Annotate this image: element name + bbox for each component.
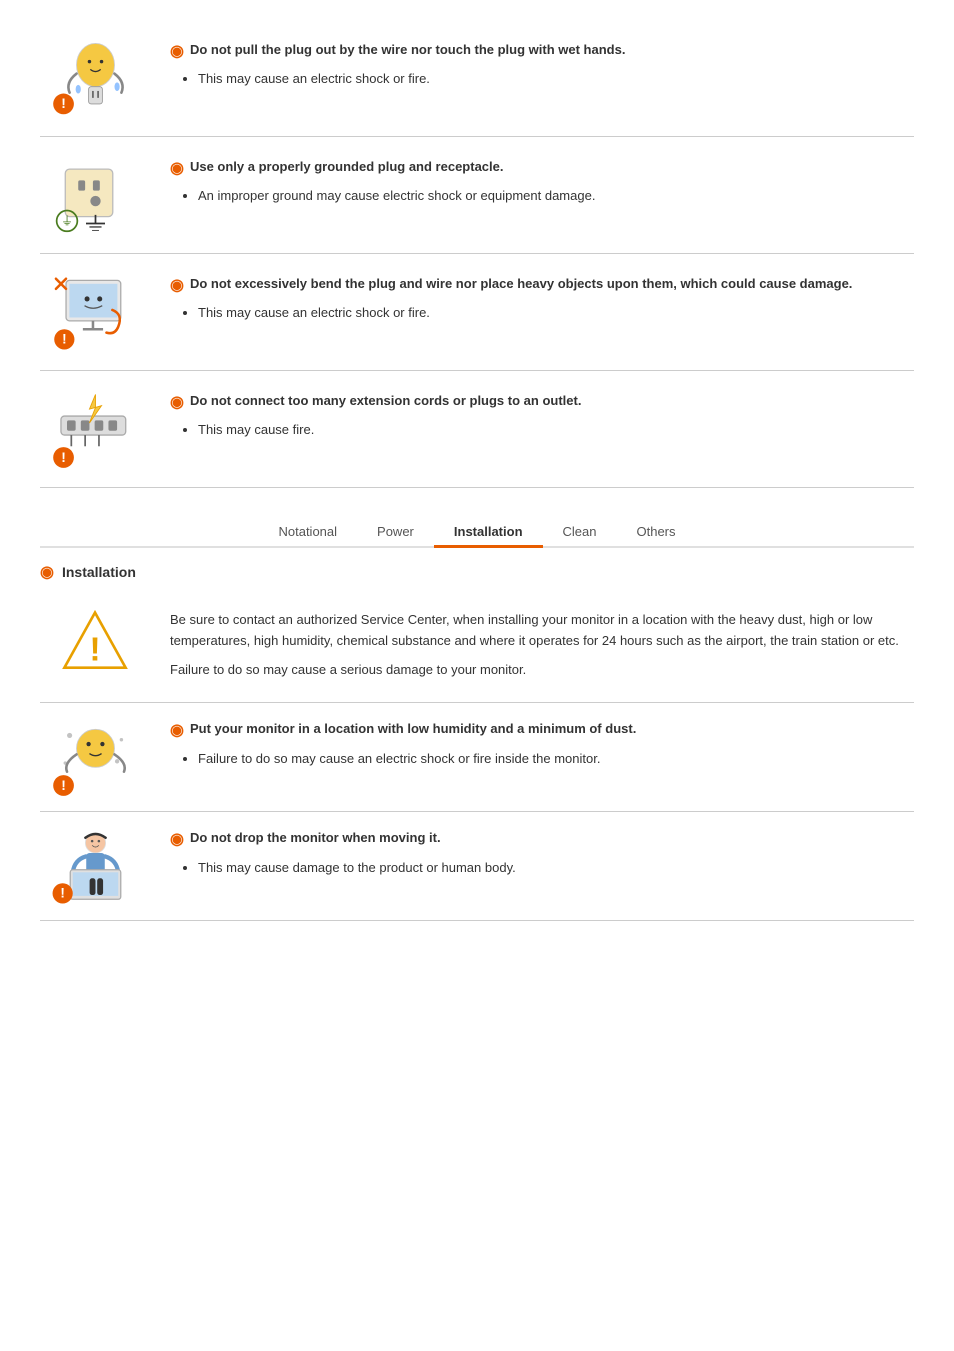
no-drop-icon: ! bbox=[48, 826, 143, 906]
section-title-text-6: Do not drop the monitor when moving it. bbox=[190, 830, 441, 845]
icon-area-no-drop: ! bbox=[40, 826, 150, 906]
content-area-service-center: Be sure to contact an authorized Service… bbox=[170, 606, 914, 688]
bullets-list-2: An improper ground may cause electric sh… bbox=[198, 186, 914, 206]
icon-area-low-humidity: ! bbox=[40, 717, 150, 797]
section-title-grounded-plug: ◉ Use only a properly grounded plug and … bbox=[170, 159, 914, 178]
svg-text:!: ! bbox=[60, 886, 65, 901]
icon-area-no-extension: ! bbox=[40, 389, 150, 469]
section-title-no-pull-plug: ◉ Do not pull the plug out by the wire n… bbox=[170, 42, 914, 61]
warning-circle-icon-3: ◉ bbox=[170, 276, 184, 295]
section-title-no-extension: ◉ Do not connect too many extension cord… bbox=[170, 393, 914, 412]
tab-notational[interactable]: Notational bbox=[258, 518, 357, 548]
section-title-no-bend: ◉ Do not excessively bend the plug and w… bbox=[170, 276, 914, 295]
install-section-service-center: ! Be sure to contact an authorized Servi… bbox=[40, 592, 914, 703]
no-extension-icon: ! bbox=[48, 389, 143, 469]
warning-circle-icon-6: ◉ bbox=[170, 830, 184, 849]
bullets-list-3: This may cause an electric shock or fire… bbox=[198, 303, 914, 323]
warning-circle-icon-2: ◉ bbox=[170, 159, 184, 178]
section-title-text: Do not pull the plug out by the wire nor… bbox=[190, 42, 625, 57]
warning-circle-icon: ◉ bbox=[170, 42, 184, 61]
safety-section-no-pull-plug: ! ◉ Do not pull the plug out by the wire… bbox=[40, 20, 914, 137]
svg-text:!: ! bbox=[89, 632, 100, 669]
bullet-item-4: This may cause fire. bbox=[198, 420, 914, 440]
warning-circle-icon-5: ◉ bbox=[170, 721, 184, 740]
tab-others[interactable]: Others bbox=[616, 518, 695, 548]
content-area-no-drop: ◉ Do not drop the monitor when moving it… bbox=[170, 826, 914, 881]
section-title-text-2: Use only a properly grounded plug and re… bbox=[190, 159, 504, 174]
bullet-item: This may cause an electric shock or fire… bbox=[198, 69, 914, 89]
plug-wet-hands-icon: ! bbox=[48, 38, 143, 118]
warning-triangle-icon: ! bbox=[60, 606, 130, 676]
service-center-body: Be sure to contact an authorized Service… bbox=[170, 610, 914, 652]
icon-area-no-pull-plug: ! bbox=[40, 38, 150, 118]
no-bend-icon: ! bbox=[48, 272, 143, 352]
safety-section-no-bend: ! ◉ Do not excessively bend the plug and… bbox=[40, 254, 914, 371]
section-title-text-3: Do not excessively bend the plug and wir… bbox=[190, 276, 852, 291]
warning-circle-icon-4: ◉ bbox=[170, 393, 184, 412]
tab-installation[interactable]: Installation bbox=[434, 518, 543, 548]
content-area-no-extension: ◉ Do not connect too many extension cord… bbox=[170, 389, 914, 444]
safety-section-grounded-plug: ⏚ ◉ Use only a properly grounded plug an… bbox=[40, 137, 914, 254]
content-area-low-humidity: ◉ Put your monitor in a location with lo… bbox=[170, 717, 914, 772]
svg-text:!: ! bbox=[61, 95, 66, 111]
installation-heading: ◉ Installation bbox=[40, 562, 914, 582]
svg-text:!: ! bbox=[62, 332, 67, 347]
svg-text:!: ! bbox=[61, 777, 66, 793]
installation-heading-text: Installation bbox=[62, 564, 136, 580]
bullets-list-4: This may cause fire. bbox=[198, 420, 914, 440]
installation-circle-icon: ◉ bbox=[40, 562, 54, 582]
section-title-text-4: Do not connect too many extension cords … bbox=[190, 393, 581, 408]
nav-bar: Notational Power Installation Clean Othe… bbox=[40, 518, 914, 548]
tab-power[interactable]: Power bbox=[357, 518, 434, 548]
bullet-item-5: Failure to do so may cause an electric s… bbox=[198, 749, 914, 769]
icon-area-grounded-plug: ⏚ bbox=[40, 155, 150, 235]
service-center-body2: Failure to do so may cause a serious dam… bbox=[170, 660, 914, 681]
tab-clean[interactable]: Clean bbox=[543, 518, 617, 548]
safety-sections: ! ◉ Do not pull the plug out by the wire… bbox=[40, 20, 914, 488]
svg-text:⏚: ⏚ bbox=[60, 214, 72, 228]
grounded-plug-icon: ⏚ bbox=[48, 155, 143, 235]
section-title-no-drop: ◉ Do not drop the monitor when moving it… bbox=[170, 830, 914, 849]
low-humidity-icon: ! bbox=[48, 717, 143, 797]
bullets-list-5: Failure to do so may cause an electric s… bbox=[198, 749, 914, 769]
icon-area-service-center: ! bbox=[40, 606, 150, 676]
svg-text:!: ! bbox=[61, 449, 66, 465]
section-title-low-humidity: ◉ Put your monitor in a location with lo… bbox=[170, 721, 914, 740]
bullet-item-3: This may cause an electric shock or fire… bbox=[198, 303, 914, 323]
bullet-item-6: This may cause damage to the product or … bbox=[198, 858, 914, 878]
bullets-list-6: This may cause damage to the product or … bbox=[198, 858, 914, 878]
bullets-list: This may cause an electric shock or fire… bbox=[198, 69, 914, 89]
icon-area-no-bend: ! bbox=[40, 272, 150, 352]
safety-section-no-extension: ! ◉ Do not connect too many extension co… bbox=[40, 371, 914, 488]
install-section-no-drop: ! ◉ Do not drop the monitor when moving … bbox=[40, 812, 914, 921]
content-area-no-bend: ◉ Do not excessively bend the plug and w… bbox=[170, 272, 914, 327]
content-area-grounded-plug: ◉ Use only a properly grounded plug and … bbox=[170, 155, 914, 210]
content-area-no-pull-plug: ◉ Do not pull the plug out by the wire n… bbox=[170, 38, 914, 93]
page-container: ! ◉ Do not pull the plug out by the wire… bbox=[0, 0, 954, 941]
install-section-low-humidity: ! ◉ Put your monitor in a location with … bbox=[40, 703, 914, 812]
bullet-item-2: An improper ground may cause electric sh… bbox=[198, 186, 914, 206]
section-title-text-5: Put your monitor in a location with low … bbox=[190, 721, 636, 736]
